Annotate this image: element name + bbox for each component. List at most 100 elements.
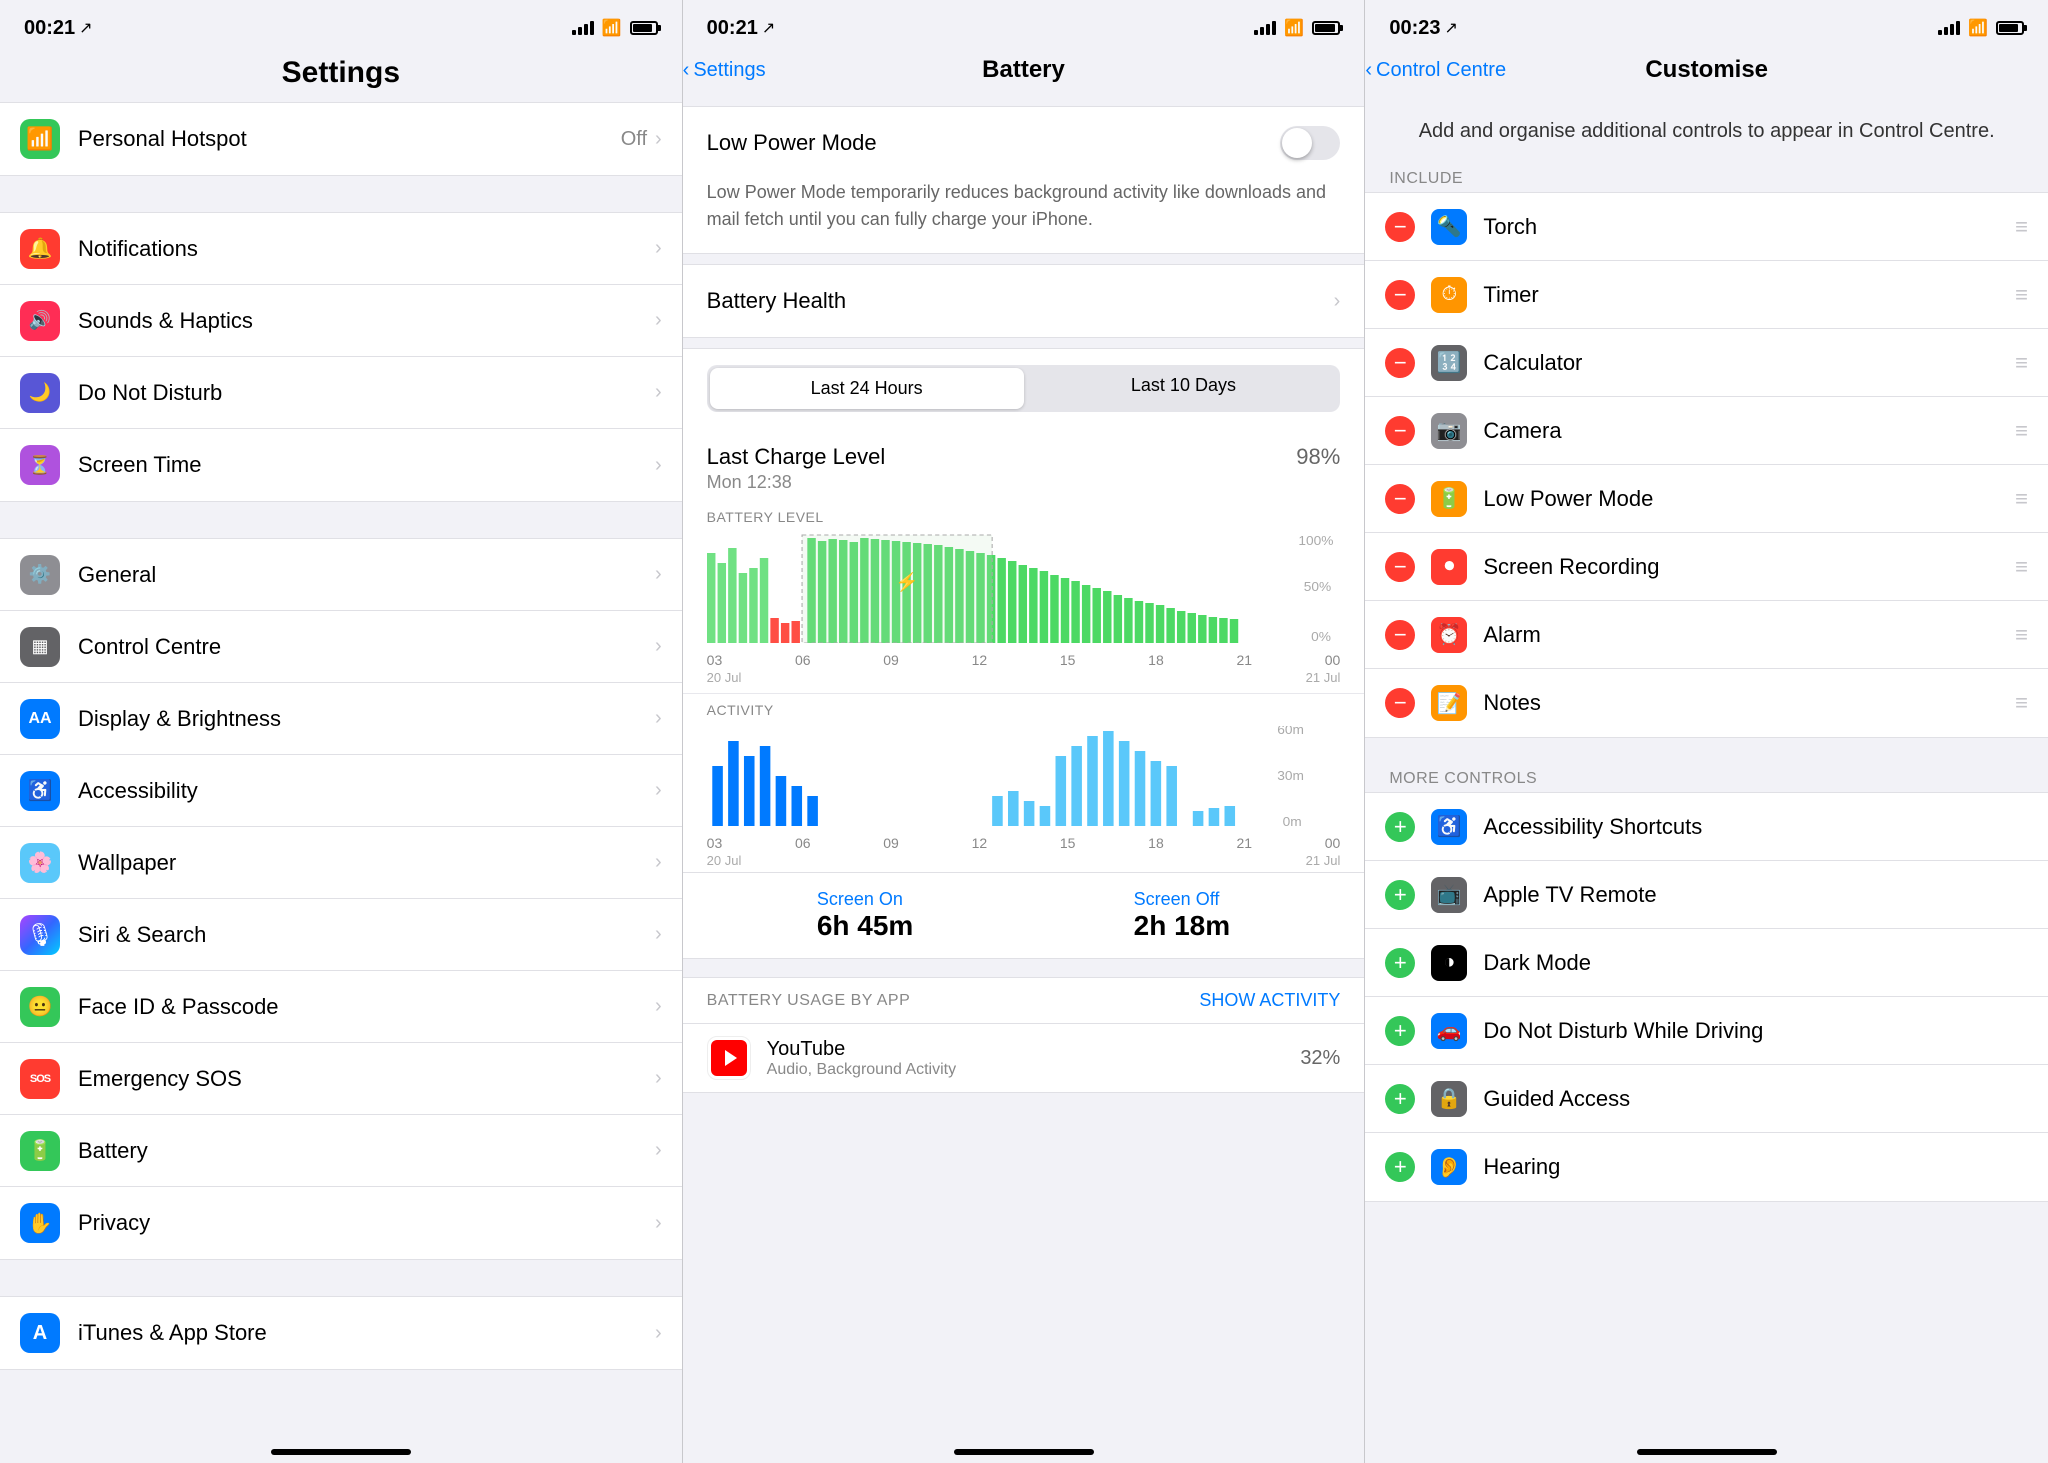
battery-title: Battery <box>982 56 1065 84</box>
screen-time-item[interactable]: ⏳ Screen Time › <box>0 429 682 501</box>
wallpaper-item[interactable]: 🌸 Wallpaper › <box>0 827 682 899</box>
general-item[interactable]: ⚙️ General › <box>0 539 682 611</box>
status-time-3: 00:23 <box>1389 17 1440 40</box>
emergency-sos-item[interactable]: SOS Emergency SOS › <box>0 1043 682 1115</box>
control-centre-item[interactable]: ▦ Control Centre › <box>0 611 682 683</box>
battery-back-btn[interactable]: ‹ Settings <box>683 59 766 82</box>
back-label-3: Control Centre <box>1376 59 1506 82</box>
control-centre-icon: ▦ <box>20 627 60 667</box>
notifications-item[interactable]: 🔔 Notifications › <box>0 213 682 285</box>
screen-recording-item[interactable]: ⏺ Screen Recording ≡ <box>1365 533 2048 601</box>
screen-recording-remove-btn[interactable] <box>1385 552 1415 582</box>
segment-24h[interactable]: Last 24 Hours <box>710 368 1024 409</box>
personal-hotspot-item[interactable]: 📶 Personal Hotspot Off › <box>0 103 682 175</box>
signal-bars-2 <box>1254 21 1276 35</box>
svg-text:⚡: ⚡ <box>895 571 919 592</box>
accessibility-shortcuts-item[interactable]: ♿ Accessibility Shortcuts <box>1365 793 2048 861</box>
battery-nav: ‹ Settings Battery <box>683 52 1365 96</box>
apple-tv-remote-item[interactable]: 📺 Apple TV Remote <box>1365 861 2048 929</box>
youtube-icon <box>707 1036 751 1080</box>
itunes-app-store-item[interactable]: A iTunes & App Store › <box>0 1297 682 1369</box>
dark-mode-add-btn[interactable] <box>1385 948 1415 978</box>
siri-search-item[interactable]: 🎙 Siri & Search › <box>0 899 682 971</box>
do-not-disturb-item[interactable]: 🌙 Do Not Disturb › <box>0 357 682 429</box>
cc-lpm-item[interactable]: 🔋 Low Power Mode ≡ <box>1365 465 2048 533</box>
timer-item[interactable]: ⏱ Timer ≡ <box>1365 261 2048 329</box>
cc-back-btn[interactable]: ‹ Control Centre <box>1365 59 1506 82</box>
display-icon: AA <box>20 699 60 739</box>
camera-remove-btn[interactable] <box>1385 416 1415 446</box>
camera-item[interactable]: 📷 Camera ≡ <box>1365 397 2048 465</box>
app-usage-title: BATTERY USAGE BY APP <box>707 992 911 1010</box>
timer-drag-handle[interactable]: ≡ <box>2015 282 2028 308</box>
notifications-label: Notifications <box>78 236 655 262</box>
signal-bar-3 <box>584 24 588 35</box>
wifi-icon-3: 📶 <box>1968 18 1988 38</box>
face-id-item[interactable]: 😐 Face ID & Passcode › <box>0 971 682 1043</box>
wifi-icon-2: 📶 <box>1284 18 1304 38</box>
sounds-haptics-item[interactable]: 🔊 Sounds & Haptics › <box>0 285 682 357</box>
notes-drag-handle[interactable]: ≡ <box>2015 690 2028 716</box>
guided-access-item[interactable]: 🔒 Guided Access <box>1365 1065 2048 1133</box>
calculator-item[interactable]: 🔢 Calculator ≡ <box>1365 329 2048 397</box>
status-icons-2: 📶 <box>1254 18 1340 38</box>
display-brightness-item[interactable]: AA Display & Brightness › <box>0 683 682 755</box>
screen-recording-drag-handle[interactable]: ≡ <box>2015 554 2028 580</box>
accessibility-item[interactable]: ♿ Accessibility › <box>0 755 682 827</box>
notes-item[interactable]: 📝 Notes ≡ <box>1365 669 2048 737</box>
dnd-driving-item[interactable]: 🚗 Do Not Disturb While Driving <box>1365 997 2048 1065</box>
camera-drag-handle[interactable]: ≡ <box>2015 418 2028 444</box>
activity-chart: 60m 30m 0m <box>707 726 1341 826</box>
privacy-item[interactable]: ✋ Privacy › <box>0 1187 682 1259</box>
accessibility-shortcuts-add-btn[interactable] <box>1385 812 1415 842</box>
accessibility-shortcuts-label: Accessibility Shortcuts <box>1483 814 2028 840</box>
dnd-driving-add-btn[interactable] <box>1385 1016 1415 1046</box>
show-activity-btn[interactable]: SHOW ACTIVITY <box>1199 990 1340 1011</box>
screen-on-label: Screen On <box>817 889 914 910</box>
privacy-icon: ✋ <box>20 1203 60 1243</box>
personal-hotspot-chevron: › <box>655 128 662 151</box>
low-power-toggle-row: Low Power Mode <box>683 107 1365 179</box>
location-icon-1: ↗ <box>79 18 92 38</box>
settings-list: 📶 Personal Hotspot Off › 🔔 Notifications… <box>0 102 682 1441</box>
guided-access-add-btn[interactable] <box>1385 1084 1415 1114</box>
torch-drag-handle[interactable]: ≡ <box>2015 214 2028 240</box>
torch-remove-btn[interactable] <box>1385 212 1415 242</box>
cc-lpm-drag-handle[interactable]: ≡ <box>2015 486 2028 512</box>
battery-health-row[interactable]: Battery Health › <box>683 265 1365 337</box>
control-centre-panel: 00:23 ↗ 📶 ‹ Control Centre Customise Add… <box>1365 0 2048 1463</box>
youtube-app-row[interactable]: YouTube Audio, Background Activity 32% <box>683 1024 1365 1093</box>
alarm-item[interactable]: ⏰ Alarm ≡ <box>1365 601 2048 669</box>
last-charge-pct: 98% <box>1296 444 1340 470</box>
personal-hotspot-group: 📶 Personal Hotspot Off › <box>0 102 682 176</box>
hearing-item[interactable]: 👂 Hearing <box>1365 1133 2048 1201</box>
cc-lpm-remove-btn[interactable] <box>1385 484 1415 514</box>
cc-nav: ‹ Control Centre Customise <box>1365 52 2048 96</box>
display-label: Display & Brightness <box>78 706 655 732</box>
dark-mode-item[interactable]: ◑ Dark Mode <box>1365 929 2048 997</box>
battery-item[interactable]: 🔋 Battery › <box>0 1115 682 1187</box>
battery-health-label: Battery Health <box>707 288 1334 314</box>
hearing-icon: 👂 <box>1431 1149 1467 1185</box>
timer-remove-btn[interactable] <box>1385 280 1415 310</box>
torch-item[interactable]: 🔦 Torch ≡ <box>1365 193 2048 261</box>
alarm-remove-btn[interactable] <box>1385 620 1415 650</box>
screen-time-chevron: › <box>655 454 662 477</box>
segment-control[interactable]: Last 24 Hours Last 10 Days <box>707 365 1341 412</box>
alarm-drag-handle[interactable]: ≡ <box>2015 622 2028 648</box>
segment-10d[interactable]: Last 10 Days <box>1027 365 1341 412</box>
status-bar-3: 00:23 ↗ 📶 <box>1365 0 2048 52</box>
notes-remove-btn[interactable] <box>1385 688 1415 718</box>
status-bar-2: 00:21 ↗ 📶 <box>683 0 1365 52</box>
hearing-add-btn[interactable] <box>1385 1152 1415 1182</box>
calculator-drag-handle[interactable]: ≡ <box>2015 350 2028 376</box>
calculator-remove-btn[interactable] <box>1385 348 1415 378</box>
section-gap-3 <box>0 1260 682 1296</box>
battery-icon-3 <box>1996 21 2024 35</box>
low-power-toggle[interactable] <box>1280 126 1340 160</box>
apple-tv-remote-add-btn[interactable] <box>1385 880 1415 910</box>
signal-bars-3 <box>1938 21 1960 35</box>
emergency-sos-chevron: › <box>655 1067 662 1090</box>
battery-panel: 00:21 ↗ 📶 ‹ Settings Battery Low Powe <box>683 0 1366 1463</box>
location-icon-3: ↗ <box>1445 18 1458 38</box>
